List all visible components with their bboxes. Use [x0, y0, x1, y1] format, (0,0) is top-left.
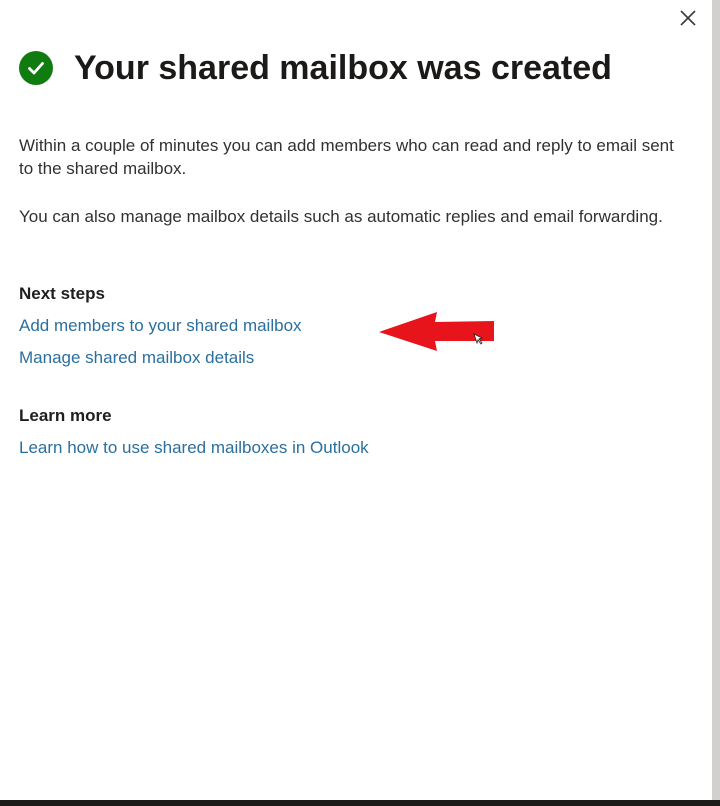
checkmark-circle-icon — [19, 51, 53, 85]
info-paragraph-members: Within a couple of minutes you can add m… — [19, 136, 674, 178]
next-steps-heading: Next steps — [19, 284, 105, 303]
red-arrow-annotation — [379, 312, 494, 351]
success-panel: Your shared mailbox was created Within a… — [0, 0, 712, 800]
panel-header: Your shared mailbox was created — [19, 48, 612, 88]
page-title: Your shared mailbox was created — [74, 49, 612, 87]
window-edge — [712, 0, 720, 806]
close-button[interactable] — [676, 6, 700, 30]
learn-shared-mailboxes-link[interactable]: Learn how to use shared mailboxes in Out… — [19, 438, 369, 458]
learn-more-heading: Learn more — [19, 406, 112, 425]
add-members-link[interactable]: Add members to your shared mailbox — [19, 316, 302, 336]
info-paragraph-details: You can also manage mailbox details such… — [19, 207, 663, 226]
taskbar-edge — [0, 800, 720, 806]
close-icon — [680, 10, 696, 26]
manage-mailbox-details-link[interactable]: Manage shared mailbox details — [19, 348, 254, 368]
